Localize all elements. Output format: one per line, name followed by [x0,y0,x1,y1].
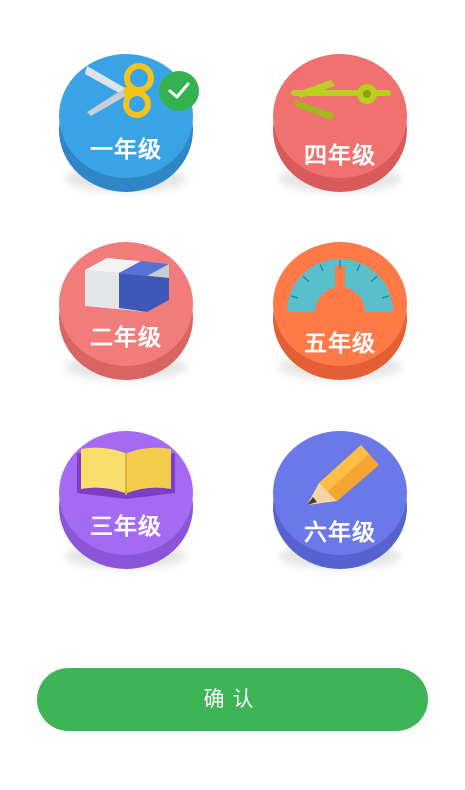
selected-check-icon [159,71,199,111]
grade-label: 四年级 [304,143,376,169]
grade-option-3[interactable]: 三年级 [59,431,193,581]
confirm-button[interactable]: 确认 [37,668,428,731]
protractor-icon [287,259,393,312]
grade-label: 三年级 [90,514,162,540]
compass-icon [291,80,391,120]
grade-label: 二年级 [90,325,162,351]
scissors-icon [85,63,154,118]
grade-option-5[interactable]: 五年级 [273,242,407,392]
grade-label: 一年级 [90,137,162,163]
book-icon [77,447,175,499]
eraser-icon [85,258,169,312]
pencil-icon [307,445,379,505]
grade-option-6[interactable]: 六年级 [273,431,407,581]
grade-option-4[interactable]: 四年级 [273,54,407,204]
grade-option-2[interactable]: 二年级 [59,242,193,392]
grade-label: 六年级 [304,520,376,546]
grade-label: 五年级 [304,331,376,357]
